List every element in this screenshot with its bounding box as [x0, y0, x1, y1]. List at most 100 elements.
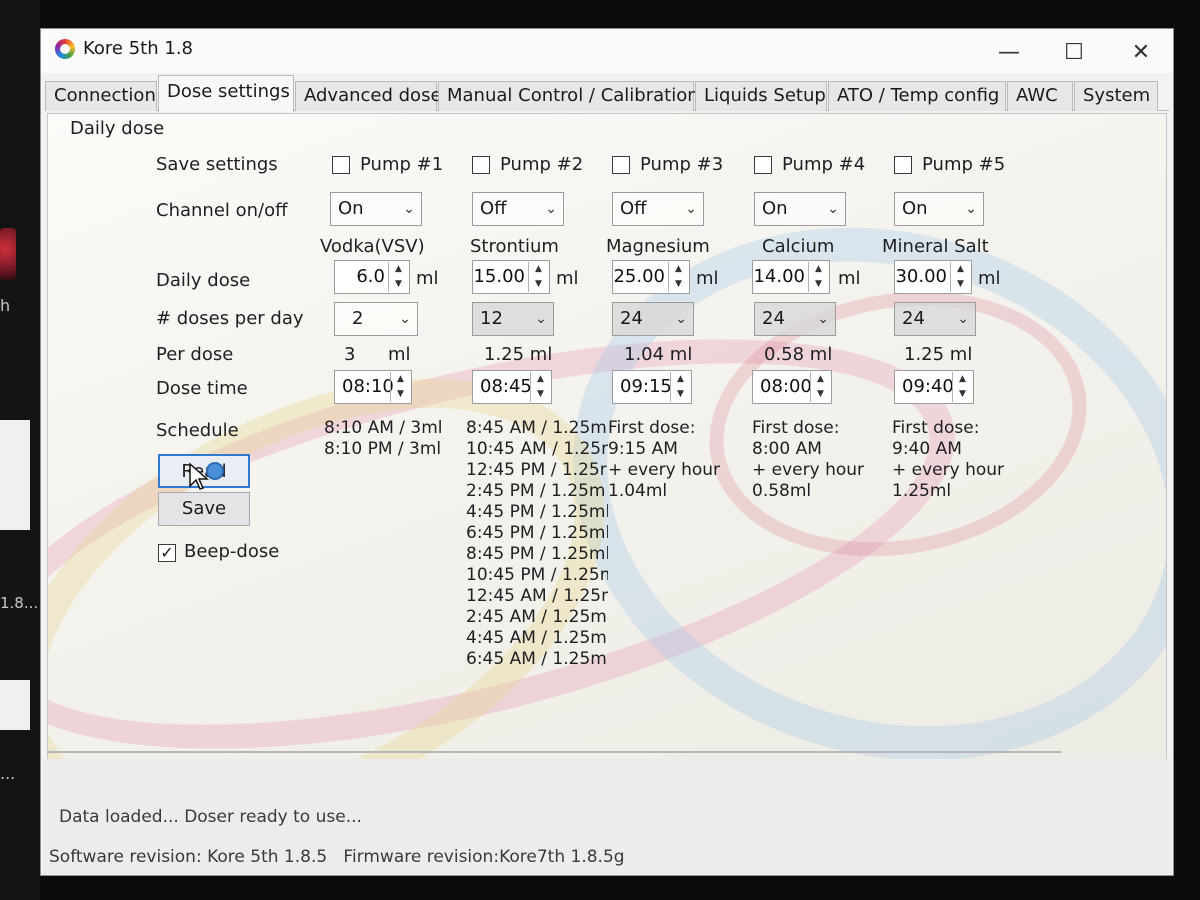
- tab-ato-temp[interactable]: ATO / Temp config: [828, 81, 1006, 111]
- spinner-buttons[interactable]: ▲ ▼: [668, 262, 688, 292]
- desktop-text: ...: [0, 764, 16, 783]
- selected-value: 24: [902, 308, 925, 329]
- selected-value: 2: [352, 308, 364, 329]
- pump-4-channel-select[interactable]: On ⌄: [754, 192, 846, 226]
- pump-4-liquid: Calcium: [762, 236, 835, 257]
- group-label: Daily dose: [70, 118, 165, 139]
- spin-up-icon[interactable]: ▲: [809, 262, 828, 277]
- label-per-dose: Per dose: [156, 344, 234, 365]
- window-title: Kore 5th 1.8: [83, 38, 193, 59]
- spin-up-icon[interactable]: ▲: [389, 262, 408, 277]
- spin-up-icon[interactable]: ▲: [953, 372, 972, 387]
- spinner-buttons[interactable]: ▲ ▼: [952, 372, 972, 402]
- spin-down-icon[interactable]: ▼: [669, 277, 688, 292]
- tab-dose-settings[interactable]: Dose settings: [158, 75, 294, 112]
- pump-3-liquid: Magnesium: [606, 236, 710, 257]
- spin-down-icon[interactable]: ▼: [391, 387, 410, 402]
- selected-value: On: [902, 198, 928, 219]
- pump-4-per-dose: 0.58 ml: [764, 344, 833, 365]
- spinner-buttons[interactable]: ▲ ▼: [808, 262, 828, 292]
- pump-3-doses-select[interactable]: 24 ⌄: [612, 302, 694, 336]
- spin-up-icon[interactable]: ▲: [531, 372, 550, 387]
- pump-5-dose-time-spinner[interactable]: 09:40 ▲ ▼: [894, 370, 974, 404]
- app-window: Kore 5th 1.8 — ☐ ✕ Connection Dose setti…: [40, 28, 1174, 876]
- chevron-down-icon: ⌄: [675, 311, 687, 327]
- chevron-down-icon: ⌄: [545, 201, 557, 217]
- pump-5-channel-select[interactable]: On ⌄: [894, 192, 984, 226]
- spin-up-icon[interactable]: ▲: [391, 372, 410, 387]
- pump-4-dose-time-spinner[interactable]: 08:00 ▲ ▼: [752, 370, 832, 404]
- spin-up-icon[interactable]: ▲: [669, 262, 688, 277]
- beep-dose-checkbox[interactable]: ✓: [158, 544, 176, 562]
- pump-2-daily-dose-spinner[interactable]: 15.00 ▲ ▼: [472, 260, 550, 294]
- tab-connection[interactable]: Connection: [45, 81, 157, 111]
- pump-1-liquid: Vodka(VSV): [320, 236, 425, 257]
- pump-2-channel-select[interactable]: Off ⌄: [472, 192, 564, 226]
- pump-2-per-dose: 1.25 ml: [484, 344, 553, 365]
- maximize-icon[interactable]: ☐: [1054, 37, 1094, 67]
- spin-down-icon[interactable]: ▼: [809, 277, 828, 292]
- chevron-down-icon: ⌄: [957, 311, 969, 327]
- spin-up-icon[interactable]: ▲: [951, 262, 970, 277]
- pump-2-dose-time-spinner[interactable]: 08:45 ▲ ▼: [472, 370, 552, 404]
- pump-5-doses-select[interactable]: 24 ⌄: [894, 302, 976, 336]
- pump-1-channel-select[interactable]: On ⌄: [330, 192, 422, 226]
- desktop-app-icon[interactable]: [0, 228, 16, 280]
- spinner-buttons[interactable]: ▲ ▼: [388, 262, 408, 292]
- spinner-buttons[interactable]: ▲ ▼: [390, 372, 410, 402]
- pump-3-checkbox[interactable]: [612, 156, 630, 174]
- pump-2-checkbox[interactable]: [472, 156, 490, 174]
- spin-down-icon[interactable]: ▼: [531, 387, 550, 402]
- spinner-value: 09:40: [902, 376, 954, 397]
- status-message: Data loaded... Doser ready to use...: [59, 807, 362, 827]
- minimize-icon[interactable]: —: [989, 37, 1029, 67]
- spin-down-icon[interactable]: ▼: [671, 387, 690, 402]
- pump-5-checkbox[interactable]: [894, 156, 912, 174]
- tab-manual-control[interactable]: Manual Control / Calibration: [438, 81, 699, 111]
- firmware-revision: Firmware revision:Kore7th 1.8.5g: [343, 847, 625, 867]
- close-icon[interactable]: ✕: [1121, 37, 1161, 67]
- title-bar: Kore 5th 1.8 — ☐ ✕: [41, 29, 1173, 73]
- spin-up-icon[interactable]: ▲: [811, 372, 830, 387]
- pump-3-dose-time-spinner[interactable]: 09:15 ▲ ▼: [612, 370, 692, 404]
- chevron-down-icon: ⌄: [535, 311, 547, 327]
- tab-awc[interactable]: AWC: [1007, 81, 1073, 111]
- pump-2-doses-select[interactable]: 12 ⌄: [472, 302, 554, 336]
- label-dose-time: Dose time: [156, 378, 248, 399]
- revision-info: Software revision: Kore 5th 1.8.5 Firmwa…: [49, 847, 625, 867]
- pump-5-daily-dose-spinner[interactable]: 30.00 ▲ ▼: [894, 260, 972, 294]
- spinner-buttons[interactable]: ▲ ▼: [670, 372, 690, 402]
- pump-1-dose-time-spinner[interactable]: 08:10 ▲ ▼: [334, 370, 412, 404]
- pump-1-per-dose-unit: ml: [388, 344, 411, 365]
- pump-4-schedule: First dose: 8:00 AM + every hour 0.58ml: [752, 418, 865, 501]
- pump-1-doses-select[interactable]: 2 ⌄: [334, 302, 418, 336]
- tab-system[interactable]: System: [1074, 81, 1158, 111]
- label-schedule: Schedule: [156, 420, 239, 441]
- chevron-down-icon: ⌄: [827, 201, 839, 217]
- tab-advanced-dose[interactable]: Advanced dose: [295, 81, 442, 111]
- pump-3-channel-select[interactable]: Off ⌄: [612, 192, 704, 226]
- spin-down-icon[interactable]: ▼: [389, 277, 408, 292]
- desktop-widget: [0, 420, 30, 530]
- unit-label: ml: [696, 268, 719, 289]
- pump-3-daily-dose-spinner[interactable]: 25.00 ▲ ▼: [612, 260, 690, 294]
- tab-bar: Connection Dose settings Advanced dose M…: [45, 75, 1169, 112]
- spin-down-icon[interactable]: ▼: [951, 277, 970, 292]
- pump-4-doses-select[interactable]: 24 ⌄: [754, 302, 836, 336]
- spinner-buttons[interactable]: ▲ ▼: [528, 262, 548, 292]
- spin-down-icon[interactable]: ▼: [953, 387, 972, 402]
- pump-1-daily-dose-spinner[interactable]: 6.0 ▲ ▼: [334, 260, 410, 294]
- pump-1-checkbox[interactable]: [332, 156, 350, 174]
- spin-down-icon[interactable]: ▼: [811, 387, 830, 402]
- pump-4-checkbox[interactable]: [754, 156, 772, 174]
- tab-liquids-setup[interactable]: Liquids Setup: [695, 81, 827, 111]
- pump-3-per-dose: 1.04 ml: [624, 344, 693, 365]
- spin-down-icon[interactable]: ▼: [529, 277, 548, 292]
- spinner-buttons[interactable]: ▲ ▼: [950, 262, 970, 292]
- spinner-buttons[interactable]: ▲ ▼: [530, 372, 550, 402]
- spin-up-icon[interactable]: ▲: [529, 262, 548, 277]
- save-button[interactable]: Save: [158, 492, 250, 526]
- spinner-buttons[interactable]: ▲ ▼: [810, 372, 830, 402]
- pump-4-daily-dose-spinner[interactable]: 14.00 ▲ ▼: [752, 260, 830, 294]
- spin-up-icon[interactable]: ▲: [671, 372, 690, 387]
